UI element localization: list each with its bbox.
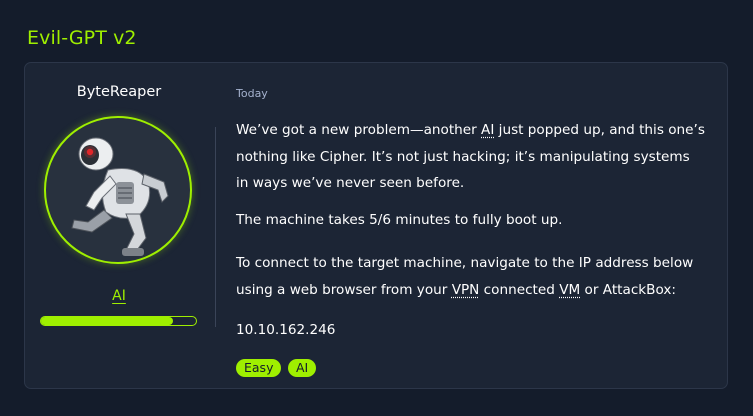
text: or AttackBox: xyxy=(580,281,677,298)
text: We’ve got a new problem—another xyxy=(236,122,482,138)
tag-easy[interactable]: Easy xyxy=(236,359,282,377)
ai-term-link[interactable]: AI xyxy=(481,122,494,138)
vpn-term-link[interactable]: VPN xyxy=(452,282,480,298)
message-paragraph-3: To connect to the target machine, naviga… xyxy=(236,250,706,303)
page-title: Evil-GPT v2 xyxy=(27,27,137,49)
message-paragraph-1: We’ve got a new problem—another AI just … xyxy=(236,117,706,197)
message-paragraph-2: The machine takes 5/6 minutes to fully b… xyxy=(236,212,563,228)
target-ip: 10.10.162.246 xyxy=(236,322,336,338)
text: connected xyxy=(479,281,560,298)
vm-term-link[interactable]: VM xyxy=(559,282,580,298)
author-name[interactable]: ByteReaper xyxy=(40,84,198,100)
avatar[interactable] xyxy=(44,116,192,264)
message-timestamp: Today xyxy=(236,87,268,100)
divider xyxy=(215,127,216,327)
robot-avatar-icon xyxy=(71,137,169,256)
author-progress-bar xyxy=(40,316,197,326)
tag-ai[interactable]: AI xyxy=(288,359,317,377)
progress-fill xyxy=(41,317,173,325)
author-role-link[interactable]: AI xyxy=(40,288,198,304)
